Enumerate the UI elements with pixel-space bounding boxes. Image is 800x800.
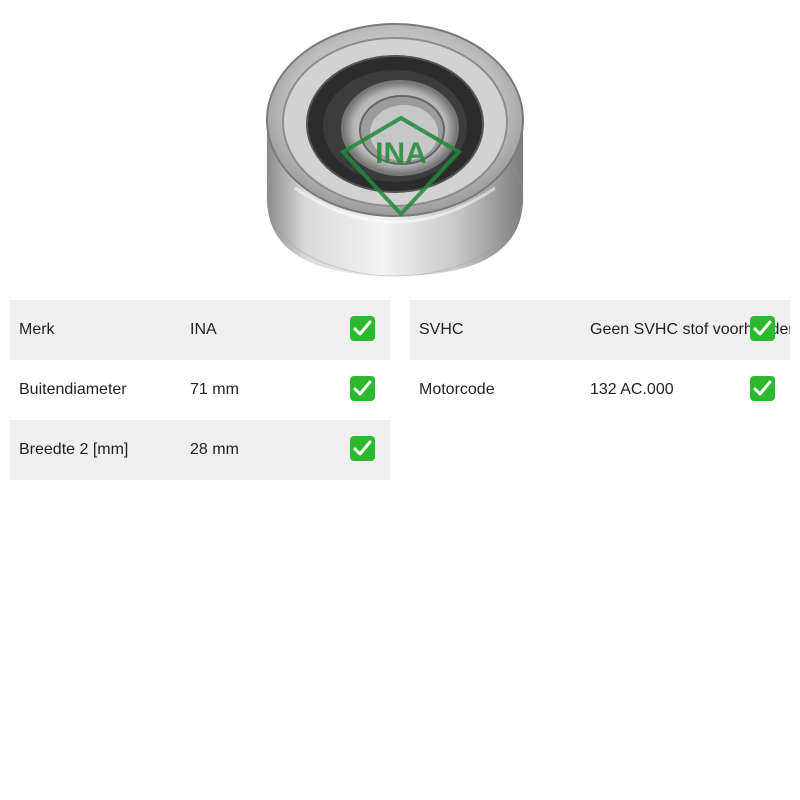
spec-row-merk: Merk INA — [10, 300, 390, 360]
check-mark-icon — [350, 316, 375, 341]
spec-row-motorcode: Motorcode 132 AC.000 — [410, 360, 790, 420]
product-detail-page: INA Merk INA Buitendiameter 71 mm Breedt… — [0, 0, 800, 800]
svg-text:INA: INA — [375, 137, 427, 170]
check-mark-icon — [350, 436, 375, 461]
spec-label: SVHC — [419, 321, 464, 338]
spec-label: Merk — [19, 321, 55, 338]
spec-row-buitendiameter: Buitendiameter 71 mm — [10, 360, 390, 420]
check-mark-icon — [350, 376, 375, 401]
spec-row-breedte: Breedte 2 [mm] 28 mm — [10, 420, 390, 480]
spec-table-right: SVHC Geen SVHC stof voorhanden Motorcode… — [410, 300, 790, 420]
spec-value: 132 AC.000 — [590, 381, 674, 398]
spec-table-left: Merk INA Buitendiameter 71 mm Breedte 2 … — [10, 300, 390, 480]
spec-label: Buitendiameter — [19, 381, 127, 398]
check-mark-icon — [750, 376, 775, 401]
spec-label: Breedte 2 [mm] — [19, 441, 129, 458]
spec-row-svhc: SVHC Geen SVHC stof voorhanden — [410, 300, 790, 360]
spec-label: Motorcode — [419, 381, 495, 398]
spec-value: 28 mm — [190, 441, 239, 458]
spec-value: 71 mm — [190, 381, 239, 398]
check-mark-icon — [750, 316, 775, 341]
product-image: INA — [266, 23, 524, 277]
spec-value: INA — [190, 321, 217, 338]
